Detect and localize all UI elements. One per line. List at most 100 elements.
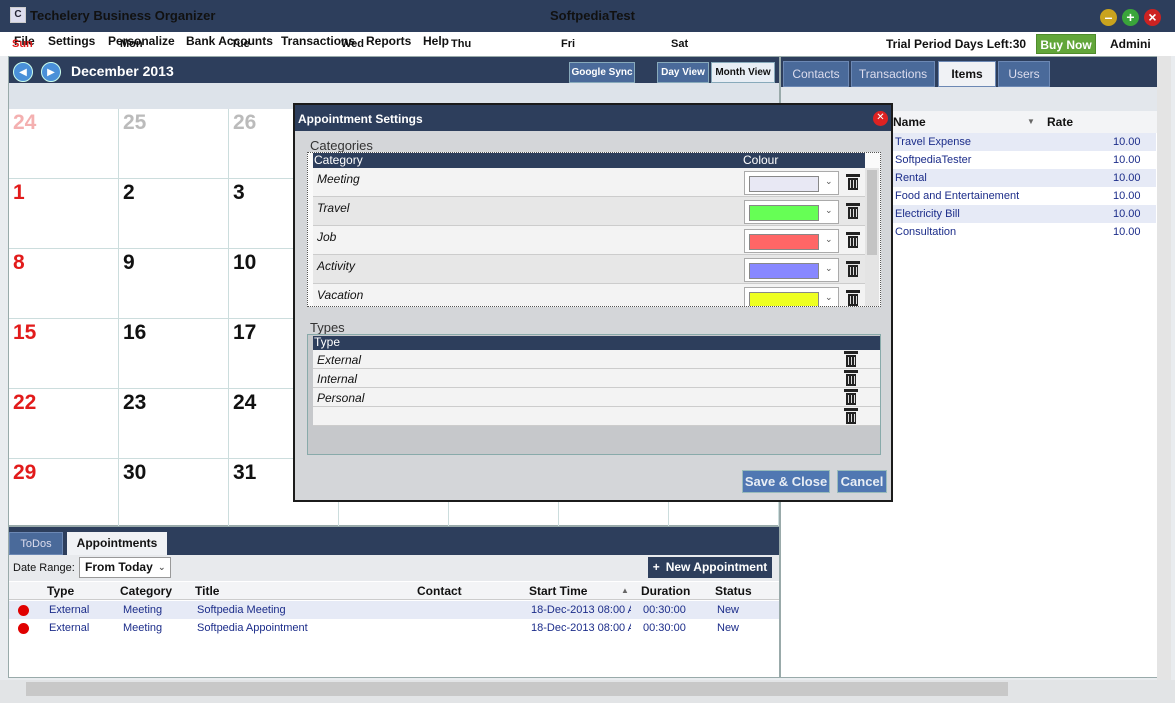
item-rate: 10.00 [1113,172,1141,184]
close-icon[interactable]: × [1144,9,1161,26]
menu-reports[interactable]: Reports [366,34,411,48]
type-row[interactable] [313,407,880,426]
col-duration[interactable]: Duration [641,584,690,598]
day-number: 10 [233,251,257,274]
user-menu[interactable]: Admini [1110,37,1151,51]
google-sync-button[interactable]: Google Sync [569,62,635,83]
calendar-day-cell[interactable]: 9 [119,249,229,319]
delete-icon[interactable] [846,261,860,277]
vertical-scrollbar[interactable] [1157,56,1171,680]
delete-icon[interactable] [844,389,858,405]
save-close-button[interactable]: Save & Close [742,470,830,493]
calendar-day-cell[interactable]: 23 [119,389,229,459]
month-view-button[interactable]: Month View [711,62,775,83]
calendar-day-cell[interactable]: 25 [119,109,229,179]
calendar-day-cell[interactable]: 30 [119,459,229,529]
type-row[interactable]: Personal [313,388,880,407]
lock-icon[interactable] [846,174,860,190]
col-rate[interactable]: Rate [1047,115,1073,129]
category-row[interactable]: Job ⌄ [313,226,865,255]
maximize-icon[interactable]: + [1122,9,1139,26]
appointment-status: New [717,604,740,616]
tab-todos[interactable]: ToDos [9,532,63,555]
weekday-wed: Wed [341,38,365,50]
day-view-button[interactable]: Day View [657,62,709,83]
chevron-down-icon: ⌄ [825,234,833,244]
category-colour-select[interactable]: ⌄ [744,229,839,253]
new-appointment-button[interactable]: + New Appointment [648,557,772,578]
col-category-name: Category [314,153,363,167]
col-colour: Colour [743,153,779,167]
category-colour-select[interactable]: ⌄ [744,287,839,306]
delete-icon[interactable] [844,408,858,424]
app-icon: C [10,7,26,23]
category-row[interactable]: Activity ⌄ [313,255,865,284]
day-number: 29 [13,461,37,484]
appointment-start: 18-Dec-2013 08:00 A [531,622,631,634]
types-grid-header: Type [313,335,880,350]
chevron-down-icon: ⌄ [825,263,833,273]
tab-contacts[interactable]: Contacts [783,61,849,87]
appointment-title: Softpedia Meeting [197,604,286,616]
category-row[interactable]: Meeting ⌄ [313,168,865,197]
weekday-mon: Mon [120,38,143,50]
delete-icon[interactable] [846,203,860,219]
colour-swatch [749,263,819,279]
calendar-day-cell[interactable]: 2 [119,179,229,249]
col-status[interactable]: Status [715,584,752,598]
calendar-day-cell[interactable]: 1 [9,179,119,249]
buy-now-button[interactable]: Buy Now [1036,34,1096,54]
appointment-title: Softpedia Appointment [197,622,308,634]
horizontal-scroll-thumb[interactable] [26,682,1008,696]
calendar-day-cell[interactable]: 8 [9,249,119,319]
col-contact[interactable]: Contact [417,584,462,598]
category-row[interactable]: Vacation ⌄ [313,284,865,306]
col-category[interactable]: Category [120,584,172,598]
category-name: Vacation [317,288,364,302]
tab-items[interactable]: Items [938,61,996,87]
type-row[interactable]: Internal [313,369,880,388]
menu-bank-accounts[interactable]: Bank Accounts [186,34,273,48]
delete-icon[interactable] [846,290,860,306]
weekday-thu: Thu [451,38,472,50]
calendar-day-cell[interactable]: 22 [9,389,119,459]
weekday-sun: Sun [12,38,33,50]
delete-icon[interactable] [844,370,858,386]
date-range-select[interactable]: From Today ⌄ [79,557,171,578]
categories-scroll-thumb[interactable] [867,170,877,255]
tab-transactions[interactable]: Transactions [851,61,935,87]
category-colour-select[interactable]: ⌄ [744,200,839,224]
lock-icon[interactable] [844,351,858,367]
tab-appointments[interactable]: Appointments [67,532,167,555]
col-name[interactable]: Name [893,115,926,129]
cancel-button[interactable]: Cancel [837,470,887,493]
type-row[interactable]: External [313,350,880,369]
calendar-day-cell[interactable]: 29 [9,459,119,529]
categories-label: Categories [310,138,373,153]
category-row[interactable]: Travel ⌄ [313,197,865,226]
day-number: 24 [13,111,37,134]
day-number: 15 [13,321,37,344]
next-month-icon[interactable]: ▶ [41,62,61,82]
delete-icon[interactable] [846,232,860,248]
col-start-time[interactable]: Start Time [529,584,587,598]
prev-month-icon[interactable]: ◀ [13,62,33,82]
categories-grid: Category Colour Meeting ⌄ Travel ⌄ Job ⌄ Activ… [307,152,881,307]
calendar-day-cell[interactable]: 15 [9,319,119,389]
col-type[interactable]: Type [47,584,74,598]
appointment-type: External [49,622,90,634]
calendar-day-cell[interactable]: 24 [9,109,119,179]
status-dot-icon [18,623,29,634]
category-colour-select[interactable]: ⌄ [744,171,839,195]
menu-help[interactable]: Help [423,34,449,48]
tab-users[interactable]: Users [998,61,1050,87]
item-name: Consultation [895,226,957,238]
dialog-close-icon[interactable]: ✕ [873,111,888,126]
menu-settings[interactable]: Settings [48,34,95,48]
calendar-day-cell[interactable]: 16 [119,319,229,389]
item-name: Electricity Bill [895,208,960,220]
category-colour-select[interactable]: ⌄ [744,258,839,282]
day-number: 1 [13,181,25,204]
col-title[interactable]: Title [195,584,219,598]
minimize-icon[interactable]: – [1100,9,1117,26]
